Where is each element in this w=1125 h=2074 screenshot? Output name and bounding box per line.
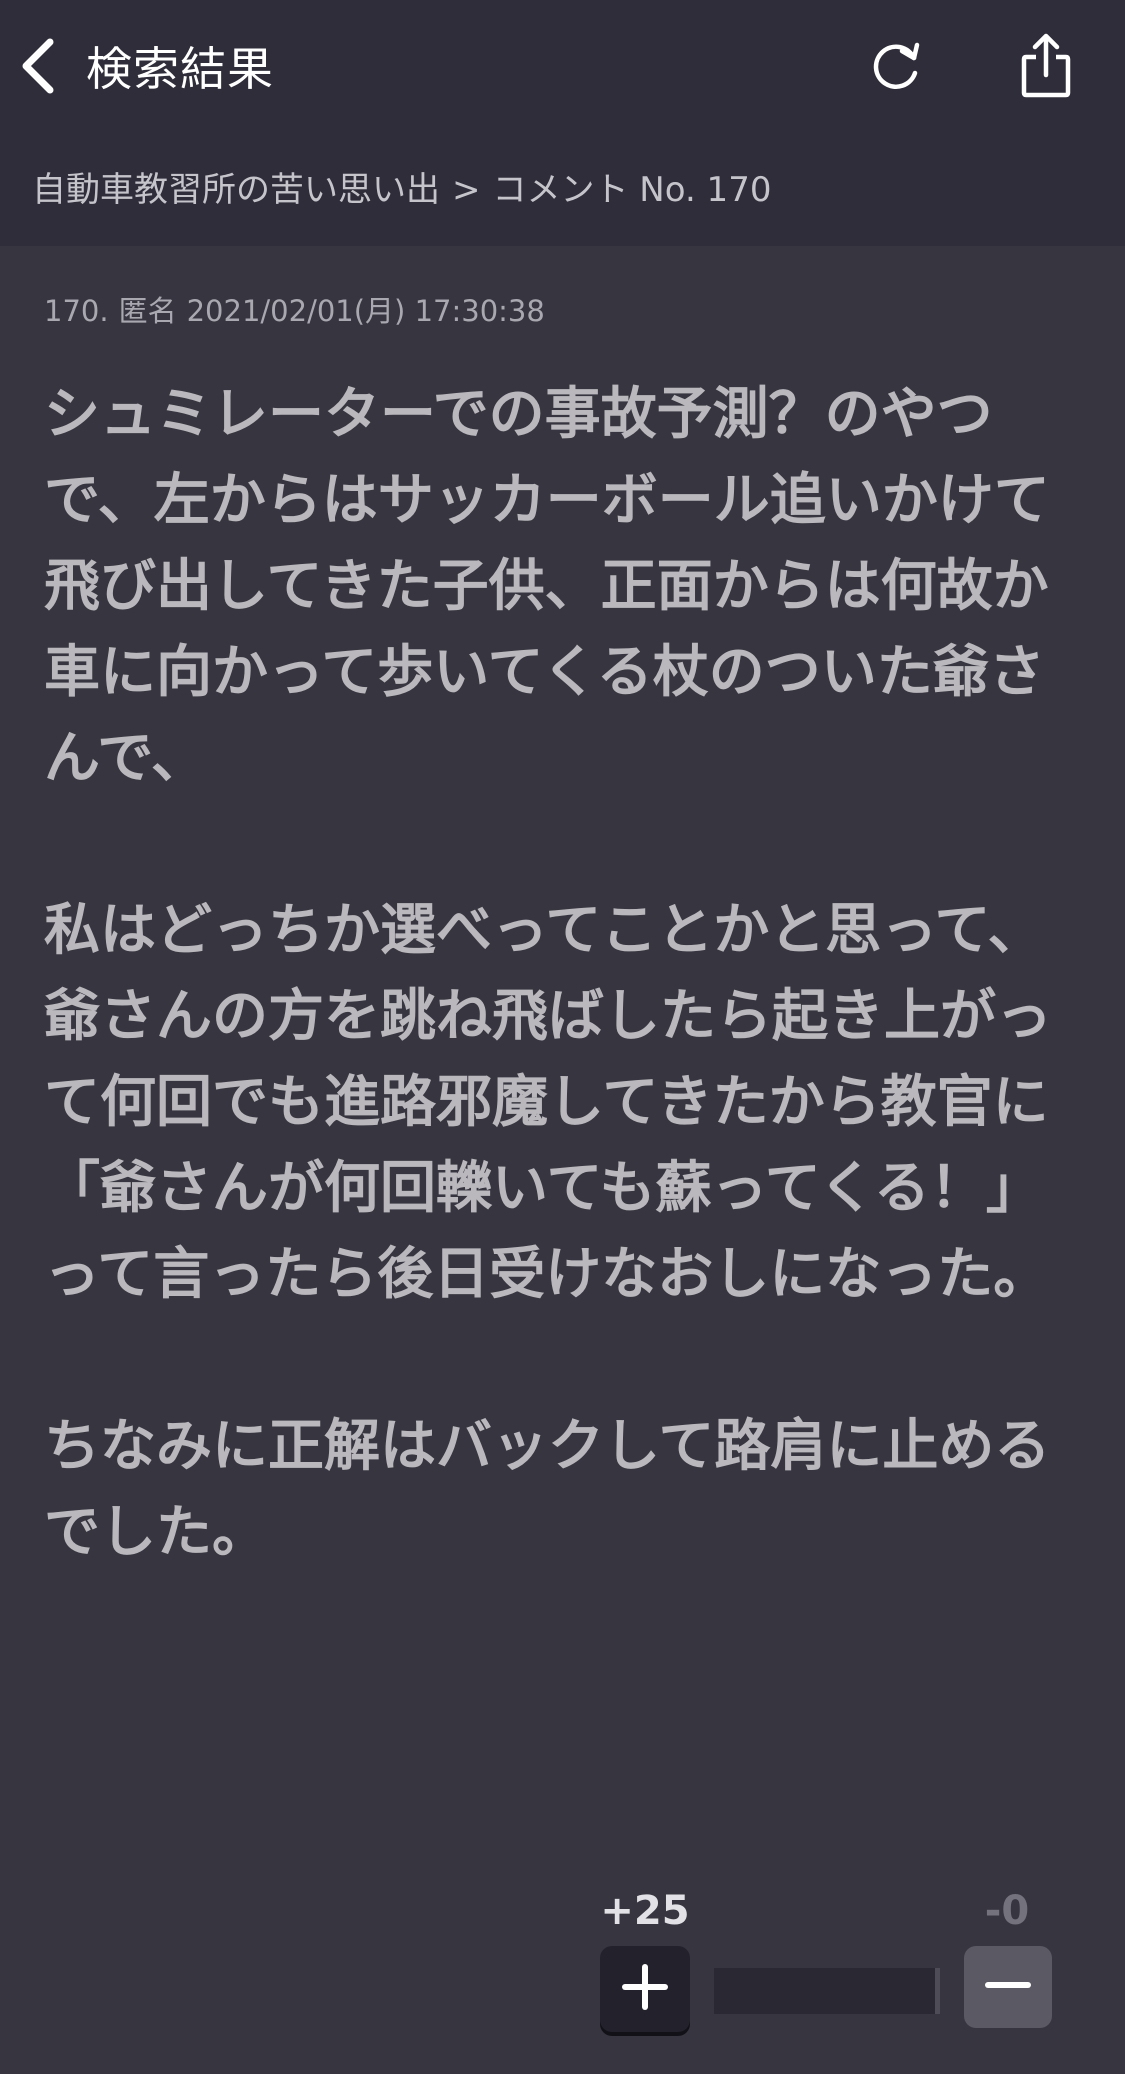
plus-vote-count: +25 [600,1888,690,1934]
vote-ratio-bar [714,1968,940,2014]
plus-icon [621,1963,669,2015]
breadcrumb-current: コメント No. 170 [492,170,772,210]
share-icon [1018,33,1074,99]
minus-vote-count: -0 [984,1888,1030,1934]
chevron-left-icon [18,36,58,96]
comment-date: 2021/02/01(月) 17:30:38 [186,294,545,328]
share-button[interactable] [1010,30,1082,102]
plus-vote-button[interactable] [600,1946,690,2032]
comment-number: 170. [44,294,109,328]
back-button[interactable]: 検索結果 [18,28,274,104]
minus-icon [984,1961,1032,2013]
comment-card: 170. 匿名 2021/02/01(月) 17:30:38 シュミレーターでの事故… [44,288,1084,1576]
vote-ratio-fill [714,1968,940,2014]
minus-vote-button[interactable] [964,1946,1052,2028]
breadcrumb: 自動車教習所の苦い思い出 > コメント No. 170 [32,162,771,211]
breadcrumb-topic-link[interactable]: 自動車教習所の苦い思い出 [32,170,440,210]
app-header: 検索結果 自動車教習所の苦い思い出 > コメント No. 170 [0,0,1125,246]
breadcrumb-separator: > [452,170,481,210]
navigation-bar: 検索結果 [0,0,1125,130]
comment-author: 匿名 [118,294,177,328]
reload-icon [868,38,924,94]
comment-meta: 170. 匿名 2021/02/01(月) 17:30:38 [44,288,1084,330]
reload-button[interactable] [860,30,932,102]
back-label: 検索結果 [86,42,274,96]
comment-body: シュミレーターでの事故予測？のやつで、左からはサッカーボール追いかけて飛び出して… [44,382,1052,1565]
